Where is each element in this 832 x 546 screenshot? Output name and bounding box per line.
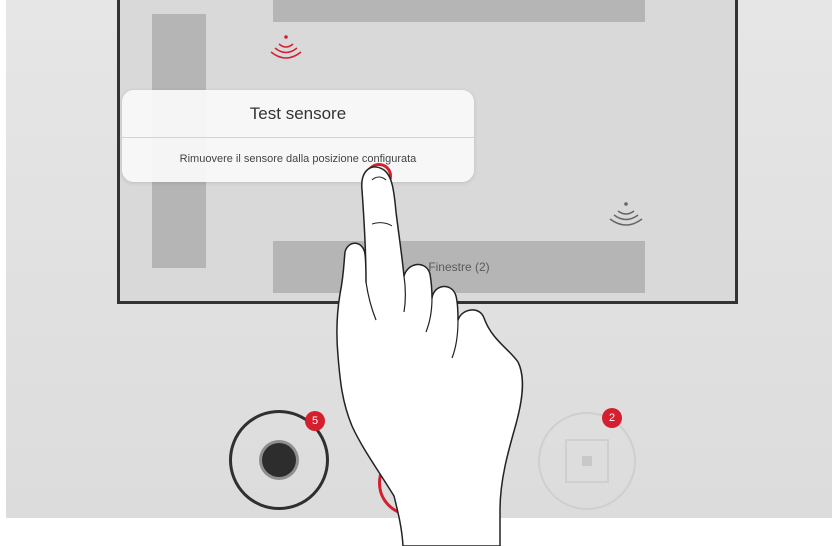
- pointing-hand-icon: [336, 166, 524, 546]
